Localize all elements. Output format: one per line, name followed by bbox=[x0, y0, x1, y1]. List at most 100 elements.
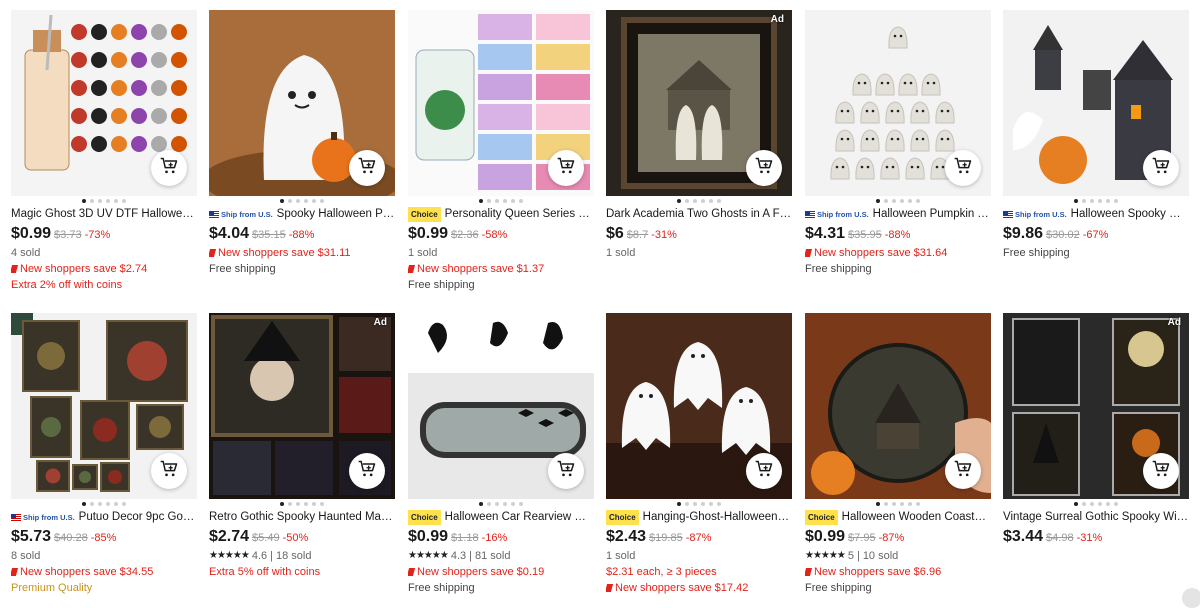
carousel-dot[interactable] bbox=[677, 199, 681, 203]
carousel-dot[interactable] bbox=[511, 502, 515, 506]
carousel-dot[interactable] bbox=[916, 502, 920, 506]
product-image[interactable]: Ad bbox=[1003, 313, 1189, 499]
carousel-dot[interactable] bbox=[304, 199, 308, 203]
carousel-dot[interactable] bbox=[1114, 502, 1118, 506]
product-card[interactable]: Ad Vintage Surreal Gothic Spooky Witch $… bbox=[1003, 313, 1189, 548]
product-image[interactable] bbox=[1003, 10, 1189, 196]
carousel-dot[interactable] bbox=[495, 199, 499, 203]
product-card[interactable]: Ship from U.S.Putuo Decor 9pc Gothic Wal… bbox=[11, 313, 197, 596]
product-title[interactable]: Dark Academia Two Ghosts in A Field bbox=[606, 207, 792, 222]
carousel-dot[interactable] bbox=[1074, 502, 1078, 506]
carousel-dot[interactable] bbox=[495, 502, 499, 506]
carousel-dot[interactable] bbox=[82, 199, 86, 203]
product-image[interactable] bbox=[11, 313, 197, 499]
product-title-row[interactable]: Ship from U.S.Halloween Pumpkin Tiny Gho… bbox=[805, 207, 991, 222]
product-title[interactable]: Personality Queen Series UV DTF bbox=[445, 207, 594, 222]
carousel-dot[interactable] bbox=[685, 502, 689, 506]
add-to-cart-button[interactable] bbox=[1143, 453, 1179, 489]
carousel-dot[interactable] bbox=[503, 199, 507, 203]
product-image[interactable] bbox=[408, 313, 594, 499]
carousel-dot[interactable] bbox=[717, 199, 721, 203]
product-title[interactable]: Putuo Decor 9pc Gothic Wall Art bbox=[79, 510, 197, 525]
carousel-dot[interactable] bbox=[288, 199, 292, 203]
product-card[interactable]: ChoiceHalloween Wooden Coaster Set $0.99… bbox=[805, 313, 991, 596]
carousel-dot[interactable] bbox=[685, 199, 689, 203]
carousel-dot[interactable] bbox=[304, 502, 308, 506]
product-card[interactable]: Ship from U.S.Halloween Pumpkin Tiny Gho… bbox=[805, 10, 991, 277]
product-title-row[interactable]: Vintage Surreal Gothic Spooky Witch bbox=[1003, 510, 1189, 525]
carousel-dot[interactable] bbox=[900, 502, 904, 506]
carousel-dot[interactable] bbox=[479, 502, 483, 506]
carousel-dot[interactable] bbox=[1090, 199, 1094, 203]
product-title[interactable]: Halloween Car Rearview Mirror Decal bbox=[445, 510, 594, 525]
product-title[interactable]: Halloween Spooky Mini Houses bbox=[1071, 207, 1189, 222]
carousel-dot[interactable] bbox=[701, 199, 705, 203]
carousel-dot[interactable] bbox=[503, 502, 507, 506]
product-image[interactable] bbox=[606, 313, 792, 499]
carousel-dot[interactable] bbox=[908, 199, 912, 203]
carousel-dot[interactable] bbox=[296, 502, 300, 506]
carousel-dot[interactable] bbox=[908, 502, 912, 506]
carousel-dot[interactable] bbox=[106, 502, 110, 506]
product-card[interactable]: Ship from U.S.Halloween Spooky Mini Hous… bbox=[1003, 10, 1189, 261]
carousel-dot[interactable] bbox=[479, 199, 483, 203]
carousel-dot[interactable] bbox=[90, 199, 94, 203]
product-card[interactable]: Ad Dark Academia Two Ghosts in A Field $… bbox=[606, 10, 792, 261]
carousel-dot[interactable] bbox=[1106, 502, 1110, 506]
product-image[interactable] bbox=[11, 10, 197, 196]
carousel-dot[interactable] bbox=[106, 199, 110, 203]
carousel-dot[interactable] bbox=[1074, 199, 1078, 203]
carousel-dot[interactable] bbox=[511, 199, 515, 203]
carousel-dot[interactable] bbox=[487, 199, 491, 203]
product-title-row[interactable]: Magic Ghost 3D UV DTF Halloween Cup Wrap… bbox=[11, 207, 197, 222]
carousel-dot[interactable] bbox=[1098, 199, 1102, 203]
product-title-row[interactable]: Ship from U.S.Spooky Halloween Pumpkin G… bbox=[209, 207, 395, 222]
carousel-dot[interactable] bbox=[296, 199, 300, 203]
add-to-cart-button[interactable] bbox=[151, 453, 187, 489]
add-to-cart-button[interactable] bbox=[349, 453, 385, 489]
carousel-dot[interactable] bbox=[876, 199, 880, 203]
product-title[interactable]: Vintage Surreal Gothic Spooky Witch bbox=[1003, 510, 1189, 525]
product-title-row[interactable]: Ship from U.S.Putuo Decor 9pc Gothic Wal… bbox=[11, 510, 197, 525]
carousel-dot[interactable] bbox=[98, 199, 102, 203]
product-card[interactable]: ChoicePersonality Queen Series UV DTF $0… bbox=[408, 10, 594, 293]
carousel-dot[interactable] bbox=[122, 199, 126, 203]
product-title-row[interactable]: Ship from U.S.Halloween Spooky Mini Hous… bbox=[1003, 207, 1189, 222]
carousel-dot[interactable] bbox=[1106, 199, 1110, 203]
product-image[interactable] bbox=[805, 313, 991, 499]
carousel-dot[interactable] bbox=[1082, 502, 1086, 506]
product-card[interactable]: ChoiceHalloween Car Rearview Mirror Deca… bbox=[408, 313, 594, 596]
product-title[interactable]: Hanging-Ghost-Halloween-Decor bbox=[643, 510, 792, 525]
carousel-dot[interactable] bbox=[280, 502, 284, 506]
product-card[interactable]: Ship from U.S.Spooky Halloween Pumpkin G… bbox=[209, 10, 395, 277]
carousel-dot[interactable] bbox=[1090, 502, 1094, 506]
carousel-dot[interactable] bbox=[288, 502, 292, 506]
carousel-dot[interactable] bbox=[916, 199, 920, 203]
carousel-dot[interactable] bbox=[677, 502, 681, 506]
scroll-to-top-button[interactable] bbox=[1182, 588, 1200, 608]
product-image[interactable]: Ad bbox=[209, 313, 395, 499]
carousel-dot[interactable] bbox=[98, 502, 102, 506]
product-image[interactable] bbox=[408, 10, 594, 196]
product-title[interactable]: Halloween Wooden Coaster Set bbox=[842, 510, 991, 525]
add-to-cart-button[interactable] bbox=[1143, 150, 1179, 186]
add-to-cart-button[interactable] bbox=[548, 150, 584, 186]
product-title-row[interactable]: Dark Academia Two Ghosts in A Field bbox=[606, 207, 792, 222]
carousel-dot[interactable] bbox=[90, 502, 94, 506]
product-title[interactable]: Magic Ghost 3D UV DTF Halloween Cup Wrap… bbox=[11, 207, 197, 222]
product-title[interactable]: Spooky Halloween Pumpkin Ghost bbox=[277, 207, 395, 222]
carousel-dot[interactable] bbox=[1114, 199, 1118, 203]
product-image[interactable] bbox=[805, 10, 991, 196]
carousel-dot[interactable] bbox=[519, 502, 523, 506]
carousel-dot[interactable] bbox=[320, 199, 324, 203]
add-to-cart-button[interactable] bbox=[945, 150, 981, 186]
add-to-cart-button[interactable] bbox=[151, 150, 187, 186]
carousel-dot[interactable] bbox=[114, 502, 118, 506]
add-to-cart-button[interactable] bbox=[945, 453, 981, 489]
carousel-dot[interactable] bbox=[280, 199, 284, 203]
carousel-dot[interactable] bbox=[884, 199, 888, 203]
add-to-cart-button[interactable] bbox=[746, 453, 782, 489]
carousel-dot[interactable] bbox=[114, 199, 118, 203]
carousel-dot[interactable] bbox=[320, 502, 324, 506]
add-to-cart-button[interactable] bbox=[349, 150, 385, 186]
